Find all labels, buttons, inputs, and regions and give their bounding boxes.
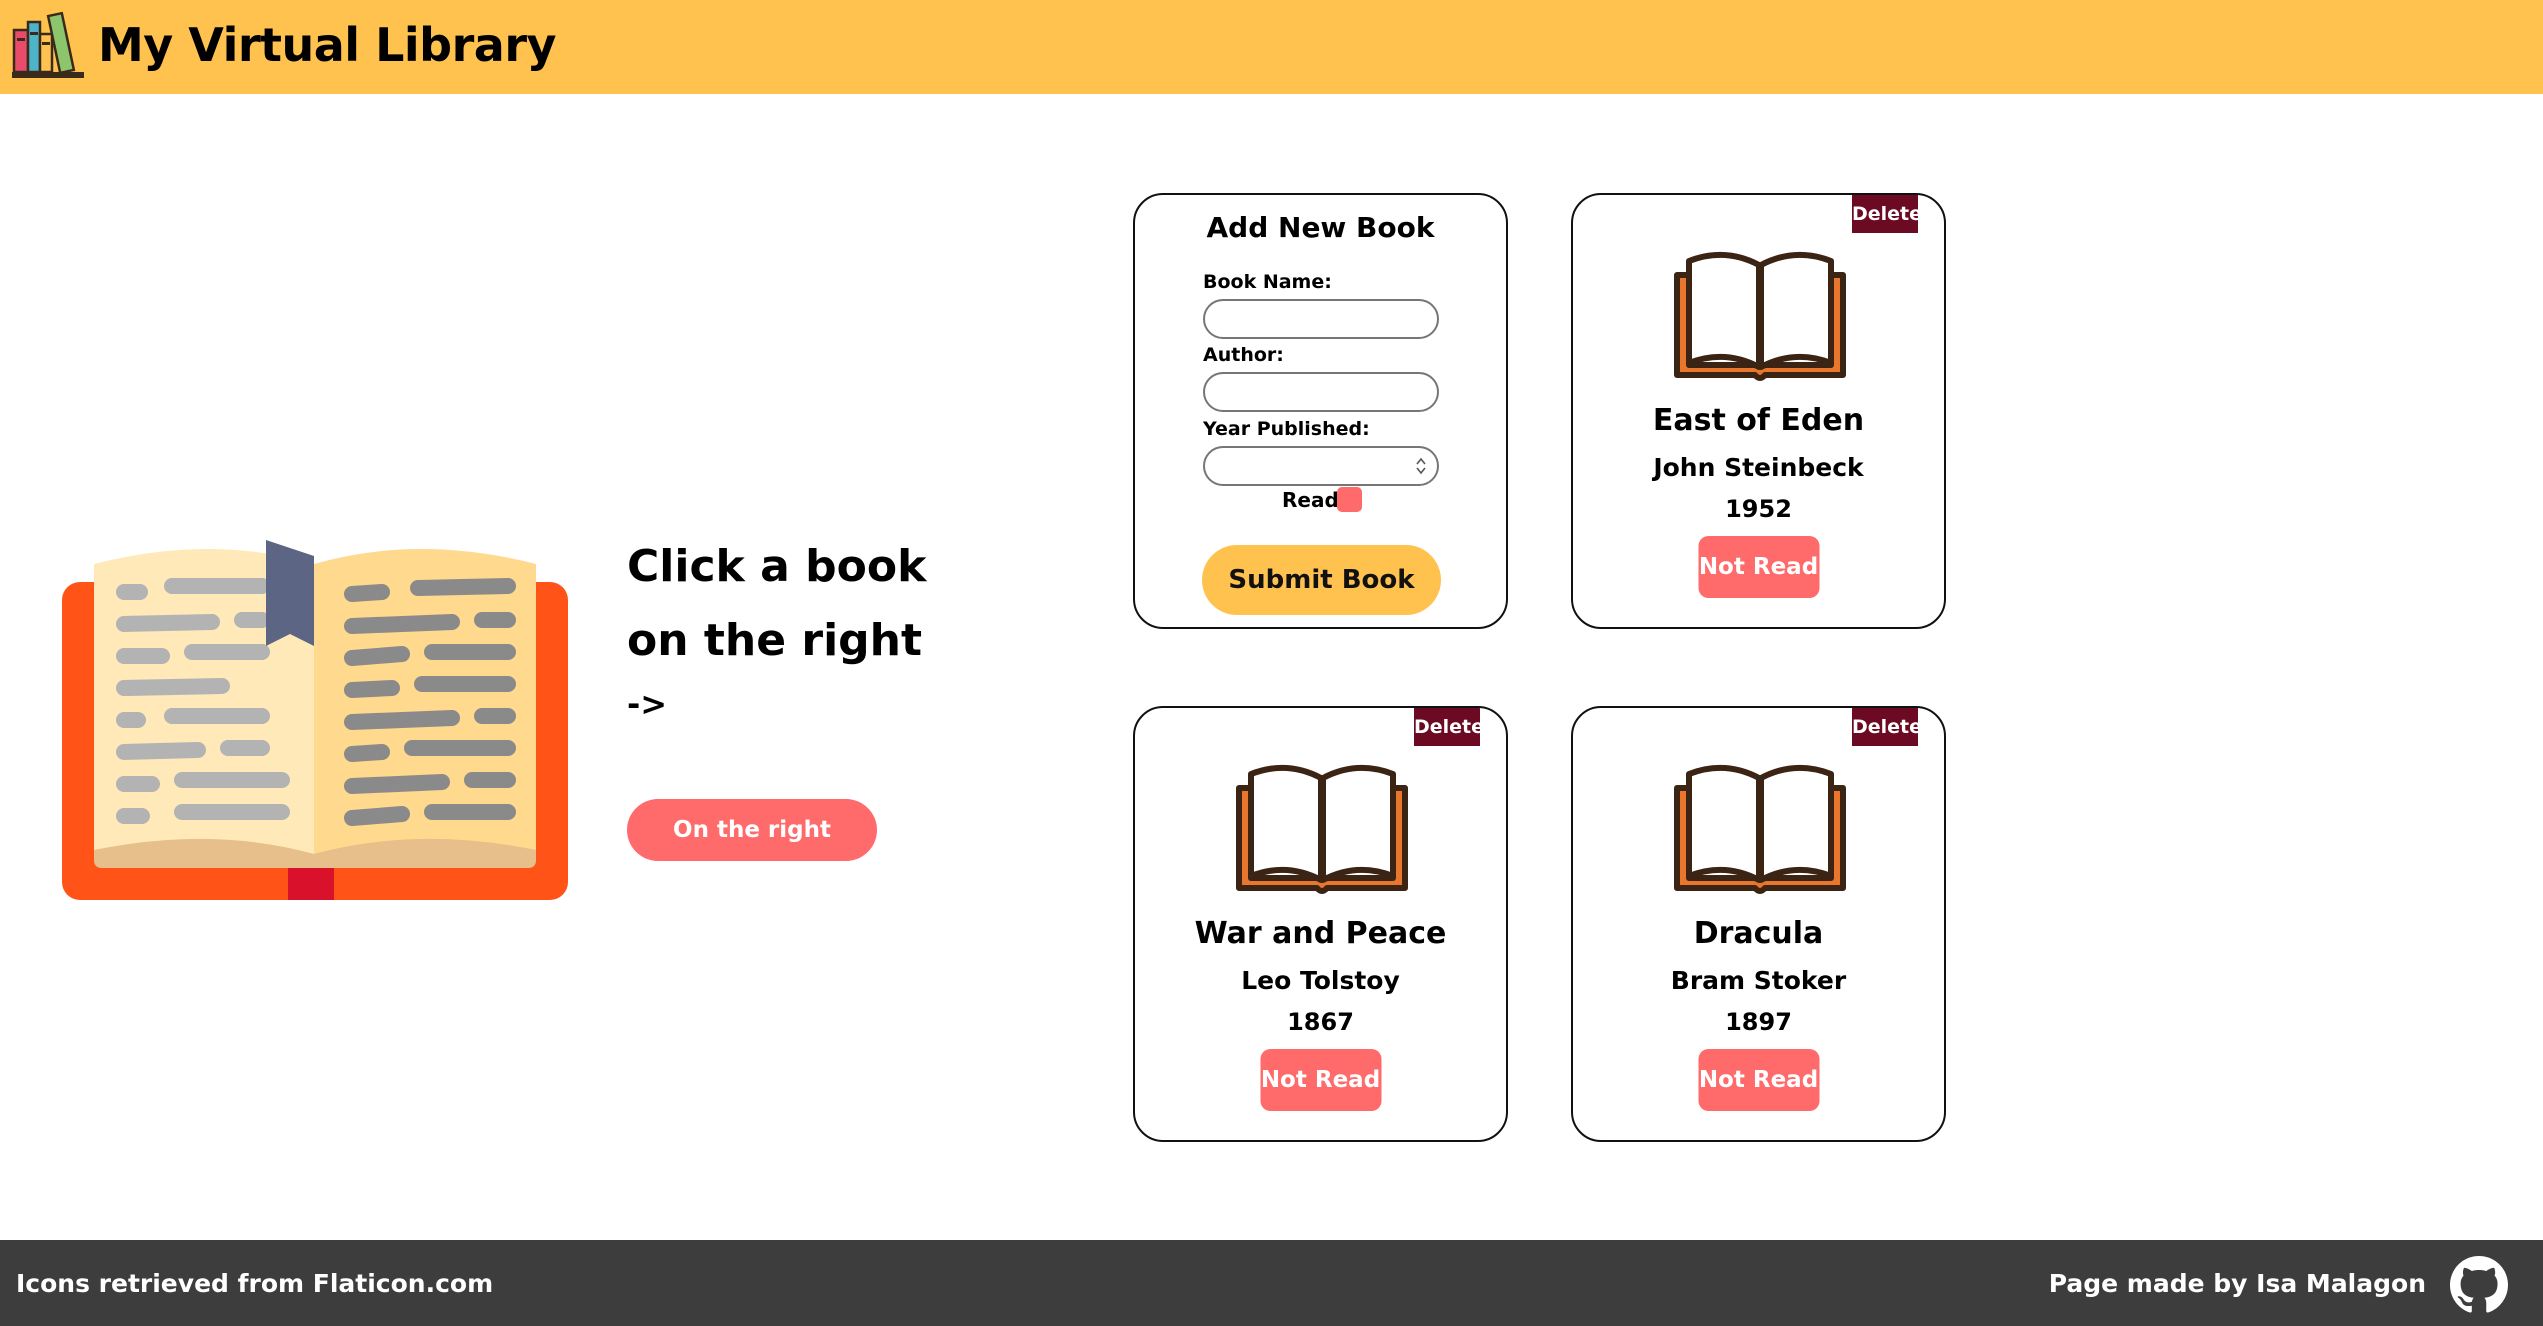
book-author: Bram Stoker	[1670, 966, 1847, 995]
site-footer: Icons retrieved from Flaticon.com Page m…	[0, 1240, 2543, 1326]
author-label: Author:	[1203, 344, 1284, 366]
read-checkbox[interactable]	[1337, 487, 1362, 512]
hero-heading: Click a book on the right	[627, 530, 927, 678]
book-author: John Steinbeck	[1653, 453, 1864, 482]
year-input[interactable]	[1203, 446, 1439, 486]
author-input[interactable]	[1203, 372, 1439, 412]
book-title: Dracula	[1693, 916, 1824, 951]
book-name-label: Book Name:	[1203, 271, 1332, 293]
icon-credit: Icons retrieved from Flaticon.com	[16, 1269, 494, 1298]
book-year: 1897	[1725, 1008, 1792, 1036]
form-title: Add New Book	[1206, 211, 1435, 244]
on-the-right-button[interactable]: On the right	[627, 799, 877, 861]
delete-button[interactable]: Delete	[1852, 708, 1922, 746]
github-icon[interactable]	[2450, 1256, 2508, 1314]
read-label: Read	[1282, 488, 1339, 512]
author-credit: Page made by Isa Malagon	[2048, 1269, 2426, 1298]
book-year: 1952	[1725, 495, 1792, 523]
read-status-button[interactable]: Not Read	[1698, 536, 1819, 598]
app-title: My Virtual Library	[98, 18, 557, 72]
book-title: War and Peace	[1194, 916, 1447, 951]
book-icon	[1674, 764, 1846, 894]
hero-heading-line1: Click a book	[627, 541, 927, 592]
hero-heading-line2: on the right	[627, 615, 923, 666]
hero-arrow: ->	[627, 685, 668, 723]
spinner-arrows-icon[interactable]	[1415, 456, 1427, 476]
site-header: My Virtual Library	[0, 0, 2543, 94]
book-card: Delete Dracula Bram Stoker 1897 Not Read	[1571, 706, 1946, 1142]
book-year: 1867	[1287, 1008, 1354, 1036]
book-icon	[1674, 251, 1846, 381]
bookshelf-icon	[12, 11, 84, 78]
read-status-button[interactable]: Not Read	[1698, 1049, 1819, 1111]
add-book-form-card: Add New Book Book Name: Author: Year Pub…	[1133, 193, 1508, 629]
book-card: Delete East of Eden John Steinbeck 1952 …	[1571, 193, 1946, 629]
book-author: Leo Tolstoy	[1241, 966, 1400, 995]
submit-book-button[interactable]: Submit Book	[1202, 545, 1441, 615]
book-icon	[1236, 764, 1408, 894]
book-title: East of Eden	[1652, 403, 1865, 438]
book-name-input[interactable]	[1203, 299, 1439, 339]
read-status-button[interactable]: Not Read	[1260, 1049, 1381, 1111]
book-card: Delete War and Peace Leo Tolstoy 1867 No…	[1133, 706, 1508, 1142]
open-book-illustration	[62, 540, 568, 900]
delete-button[interactable]: Delete	[1414, 708, 1484, 746]
year-label: Year Published:	[1203, 418, 1370, 440]
delete-button[interactable]: Delete	[1852, 195, 1922, 233]
